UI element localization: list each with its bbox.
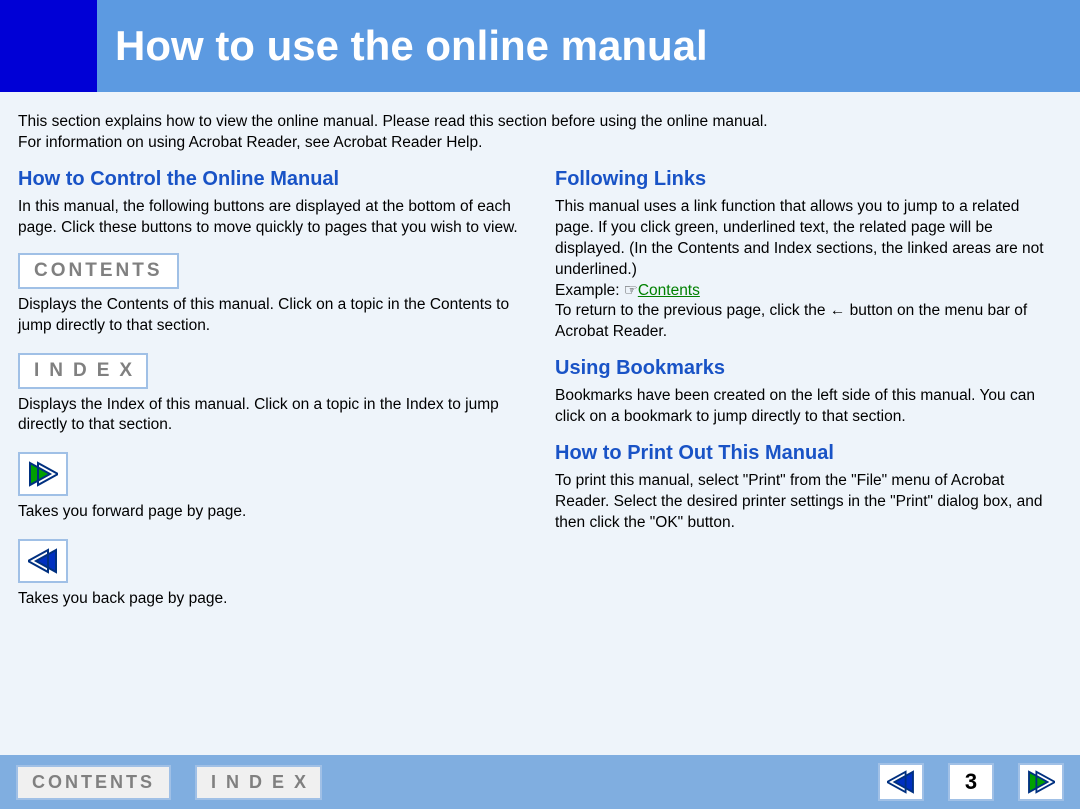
- left-column: How to Control the Online Manual In this…: [18, 168, 525, 626]
- contents-button-desc: Displays the Contents of this manual. Cl…: [18, 295, 525, 337]
- following-links-p2: To return to the previous page, click th…: [555, 302, 1027, 340]
- heading-control-manual: How to Control the Online Manual: [18, 168, 525, 191]
- intro-line-2: For information on using Acrobat Reader,…: [18, 134, 482, 151]
- header-title-bar: How to use the online manual: [97, 0, 1080, 92]
- page-header: How to use the online manual: [0, 0, 1080, 92]
- forward-button-sample[interactable]: [18, 452, 68, 496]
- following-links-p1: This manual uses a link function that al…: [555, 198, 1044, 278]
- forward-arrow-icon: [28, 461, 58, 487]
- header-accent-block: [0, 0, 97, 92]
- contents-button-sample[interactable]: CONTENTS: [18, 253, 179, 289]
- back-arrow-icon: [28, 548, 58, 574]
- forward-button-desc: Takes you forward page by page.: [18, 502, 525, 523]
- page-title: How to use the online manual: [115, 22, 708, 70]
- heading-following-links: Following Links: [555, 168, 1062, 191]
- index-button-desc: Displays the Index of this manual. Click…: [18, 395, 525, 437]
- control-manual-intro: In this manual, the following buttons ar…: [18, 197, 525, 239]
- content-area: This section explains how to view the on…: [0, 92, 1080, 755]
- following-links-body: This manual uses a link function that al…: [555, 197, 1062, 343]
- two-column-layout: How to Control the Online Manual In this…: [18, 168, 1062, 626]
- footer-back-button[interactable]: [878, 763, 924, 801]
- forward-arrow-icon: [1027, 770, 1055, 794]
- index-button-sample[interactable]: INDEX: [18, 353, 148, 389]
- right-column: Following Links This manual uses a link …: [555, 168, 1062, 626]
- page-number: 3: [948, 763, 994, 801]
- example-prefix: Example: ☞: [555, 282, 638, 299]
- heading-using-bookmarks: Using Bookmarks: [555, 357, 1062, 380]
- example-contents-link[interactable]: Contents: [638, 282, 700, 299]
- using-bookmarks-body: Bookmarks have been created on the left …: [555, 386, 1062, 428]
- heading-print-manual: How to Print Out This Manual: [555, 442, 1062, 465]
- intro-line-1: This section explains how to view the on…: [18, 113, 768, 130]
- footer-forward-button[interactable]: [1018, 763, 1064, 801]
- footer-index-button[interactable]: INDEX: [195, 765, 322, 800]
- back-button-sample[interactable]: [18, 539, 68, 583]
- back-arrow-icon: [887, 770, 915, 794]
- print-manual-body: To print this manual, select "Print" fro…: [555, 471, 1062, 534]
- back-button-desc: Takes you back page by page.: [18, 589, 525, 610]
- footer-contents-button[interactable]: CONTENTS: [16, 765, 171, 800]
- page-footer: CONTENTS INDEX 3: [0, 755, 1080, 809]
- intro-text: This section explains how to view the on…: [18, 112, 1062, 154]
